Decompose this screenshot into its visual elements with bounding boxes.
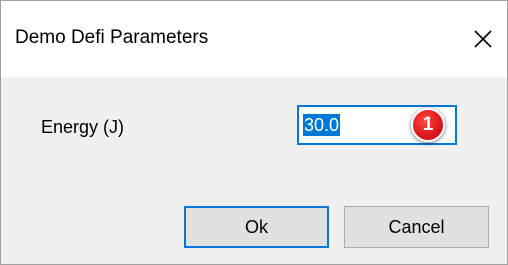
energy-input-value: 30.0 xyxy=(303,114,341,136)
ok-button[interactable]: Ok xyxy=(184,206,329,248)
parameters-dialog: Demo Defi Parameters Energy (J) 30.0 1 O… xyxy=(0,0,508,265)
cancel-button-label: Cancel xyxy=(388,216,445,237)
cancel-button[interactable]: Cancel xyxy=(344,206,489,248)
badge-number: 1 xyxy=(422,114,434,135)
window-title: Demo Defi Parameters xyxy=(15,27,209,48)
step-number-badge: 1 xyxy=(411,108,445,142)
close-icon xyxy=(473,29,493,49)
close-button[interactable] xyxy=(463,17,503,61)
energy-label: Energy (J) xyxy=(41,117,125,137)
ok-button-label: Ok xyxy=(244,216,268,237)
title-bar: Demo Defi Parameters xyxy=(1,1,507,77)
